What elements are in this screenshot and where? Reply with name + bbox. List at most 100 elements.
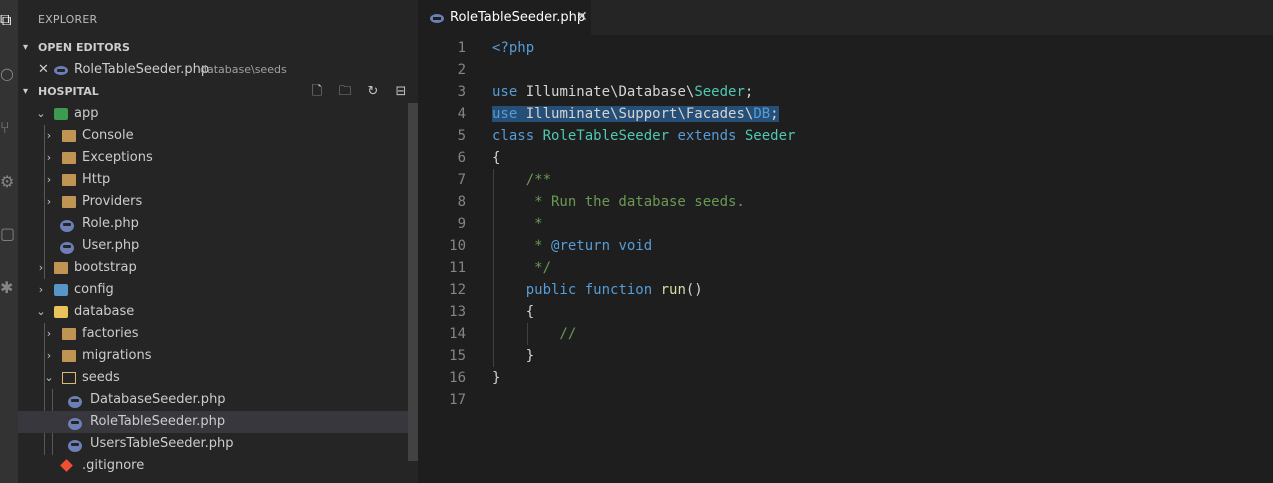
- line-number: 2: [457, 62, 466, 78]
- code-editor[interactable]: 1 2 3 4 5 6 7 8 9 10 11 12 13 14 15 16 1…: [418, 35, 1273, 483]
- chevron-right-icon: ›: [38, 283, 44, 296]
- line-number: 16: [449, 370, 466, 386]
- doc-tag: @return: [551, 238, 611, 254]
- keyword: class: [492, 128, 535, 144]
- tree-item-label: seeds: [82, 370, 120, 385]
- folder-icon: [62, 328, 76, 340]
- keyword: public: [492, 282, 577, 298]
- tree-item-factories[interactable]: › factories: [18, 323, 408, 345]
- tab-roletableseeder[interactable]: RoleTableSeeder.php ✕: [418, 0, 591, 35]
- brace: }: [492, 370, 501, 386]
- tree-item-label: migrations: [82, 348, 152, 363]
- tree-item-label: config: [74, 282, 114, 297]
- doc-type: void: [610, 238, 653, 254]
- close-icon[interactable]: ✕: [38, 59, 49, 81]
- code-line: {: [492, 301, 534, 323]
- php-icon: [430, 14, 444, 23]
- line-number: 4: [457, 106, 466, 122]
- config-folder-icon: [54, 284, 68, 296]
- line-number: 8: [457, 194, 466, 210]
- line-number: 9: [457, 216, 466, 232]
- close-icon[interactable]: ✕: [576, 0, 588, 35]
- tree-item-seeds[interactable]: ⌄ seeds: [18, 367, 408, 389]
- code-line: public function run(): [492, 279, 703, 301]
- tree-item-database[interactable]: ⌄ database: [18, 301, 408, 323]
- tree-item-label: Providers: [82, 194, 143, 209]
- code-line: *: [492, 213, 542, 235]
- tree-item-providers[interactable]: › Providers: [18, 191, 408, 213]
- chevron-right-icon: ›: [46, 151, 52, 164]
- tree-item-label: Exceptions: [82, 150, 153, 165]
- namespace: Illuminate\Support\Facades\: [517, 106, 754, 122]
- line-number: 17: [449, 392, 466, 408]
- tree-item-migrations[interactable]: › migrations: [18, 345, 408, 367]
- extensions-icon[interactable]: ▢: [0, 222, 18, 246]
- files-icon[interactable]: ⧉: [0, 8, 18, 32]
- tree-item-user-php[interactable]: User.php: [18, 235, 408, 257]
- new-folder-icon[interactable]: 🗀: [334, 81, 356, 103]
- refresh-icon[interactable]: ↻: [362, 81, 384, 103]
- tree-item-gitignore[interactable]: .gitignore: [18, 455, 408, 477]
- php-icon: [68, 396, 82, 408]
- tree-item-console[interactable]: › Console: [18, 125, 408, 147]
- chevron-down-icon: ⌄: [36, 305, 46, 318]
- php-icon: [60, 242, 74, 254]
- tree-item-label: DatabaseSeeder.php: [90, 392, 226, 407]
- brace: {: [492, 150, 501, 166]
- git-icon: [60, 460, 74, 472]
- debug-icon[interactable]: ⚙: [0, 170, 18, 194]
- keyword: extends: [669, 128, 737, 144]
- code-line: use Illuminate\Database\Seeder;: [492, 81, 753, 103]
- chevron-right-icon: ›: [46, 129, 52, 142]
- line-number: 1: [457, 40, 466, 56]
- collapse-all-icon[interactable]: ⊟: [390, 81, 412, 103]
- class-ref: Seeder: [736, 128, 796, 144]
- tree-item-bootstrap[interactable]: › bootstrap: [18, 257, 408, 279]
- php-icon: [54, 66, 68, 75]
- code-line: /**: [492, 169, 551, 191]
- tab-label: RoleTableSeeder.php: [450, 10, 586, 25]
- tree-item-config[interactable]: › config: [18, 279, 408, 301]
- open-editors-header[interactable]: ▾ OPEN EDITORS: [18, 37, 418, 59]
- code-line-selected: use Illuminate\Support\Facades\DB;: [492, 103, 779, 125]
- search-icon[interactable]: ○: [0, 62, 18, 86]
- chevron-right-icon: ›: [46, 327, 52, 340]
- code-line: * @return void: [492, 235, 652, 257]
- tree-item-userstableseeder[interactable]: UsersTableSeeder.php: [18, 433, 408, 455]
- open-editor-item[interactable]: ✕ RoleTableSeeder.php database\seeds: [18, 59, 418, 81]
- tree-item-http[interactable]: › Http: [18, 169, 408, 191]
- tree-item-app[interactable]: ⌄ app: [18, 103, 408, 125]
- code-line: <?php: [492, 37, 534, 59]
- tree-item-label: bootstrap: [74, 260, 137, 275]
- folder-icon: [62, 152, 76, 164]
- chevron-right-icon: ›: [46, 195, 52, 208]
- class-ref: Seeder: [694, 84, 745, 100]
- chevron-down-icon: ⌄: [44, 371, 54, 384]
- tree-item-roletableseeder[interactable]: RoleTableSeeder.php: [18, 411, 408, 433]
- folder-icon: [62, 196, 76, 208]
- hospital-header[interactable]: ▾ HOSPITAL 🗋 🗀 ↻ ⊟: [18, 81, 418, 103]
- code-line: }: [492, 345, 534, 367]
- open-editors-label: OPEN EDITORS: [38, 41, 130, 54]
- line-number: 3: [457, 84, 466, 100]
- remote-icon[interactable]: ✱: [0, 276, 18, 300]
- function-name: run: [652, 282, 686, 298]
- tree-item-databaseseeder[interactable]: DatabaseSeeder.php: [18, 389, 408, 411]
- tree-item-role-php[interactable]: Role.php: [18, 213, 408, 235]
- sidebar-scrollbar[interactable]: [408, 103, 418, 461]
- source-control-icon[interactable]: ⑂: [0, 116, 18, 140]
- code-line: }: [492, 367, 500, 389]
- line-number: 6: [457, 150, 466, 166]
- folder-icon: [62, 350, 76, 362]
- tree-item-label: Http: [82, 172, 111, 187]
- folder-icon: [54, 262, 68, 274]
- line-number: 13: [449, 304, 466, 320]
- folder-icon: [62, 174, 76, 186]
- line-number: 12: [449, 282, 466, 298]
- comment: //: [492, 326, 577, 342]
- line-number: 11: [449, 260, 466, 276]
- new-file-icon[interactable]: 🗋: [306, 81, 328, 103]
- punct: (): [685, 282, 703, 298]
- tree-item-exceptions[interactable]: › Exceptions: [18, 147, 408, 169]
- keyword: use: [492, 84, 518, 100]
